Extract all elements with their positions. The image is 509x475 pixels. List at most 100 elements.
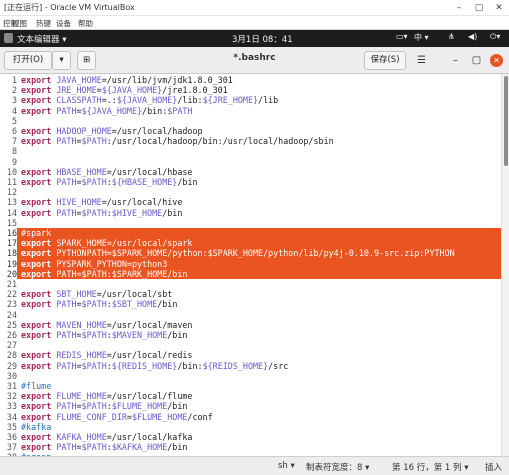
line-number: 18 xyxy=(0,248,17,259)
app-menu[interactable]: 文本编辑器 ▾ xyxy=(17,33,66,45)
power-icon[interactable]: ⏻▾ xyxy=(490,32,500,42)
line-number: 21 xyxy=(6,279,17,289)
line-text: export JAVA_HOME=/usr/lib/jvm/jdk1.8.0_3… xyxy=(21,75,233,85)
code-line[interactable]: 17 export SPARK_HOME=/usr/local/spark xyxy=(0,238,501,249)
code-line[interactable]: 34 export FLUME_CONF_DIR=$FLUME_HOME/conf xyxy=(0,412,501,422)
line-text: export PATH=$PATH:$KAFKA_HOME/bin xyxy=(21,442,188,453)
code-line[interactable]: 16 #spark xyxy=(0,228,501,239)
menu-icon[interactable]: ☰ xyxy=(413,52,430,69)
code-line[interactable]: 31 #flume xyxy=(0,381,501,391)
code-line[interactable]: 29 export PATH=$PATH:${REDIS_HOME}/bin:${… xyxy=(0,361,501,371)
code-line[interactable]: 27 xyxy=(0,340,501,350)
ubuntu-top-bar: 文本编辑器 ▾ 3月1日 08：41 ▭▾ 中 ▾ ⋔ ◀) ⏻▾ xyxy=(0,30,509,47)
code-line[interactable]: 12 xyxy=(0,187,501,197)
open-recent-dropdown[interactable]: ▾ xyxy=(52,51,71,70)
line-number: 5 xyxy=(11,115,17,126)
line-number: 24 xyxy=(6,309,17,320)
cursor-position[interactable]: 第 16 行，第 1 列 ▾ xyxy=(392,461,469,473)
network-icon[interactable]: ⋔ xyxy=(448,32,455,41)
code-line[interactable]: 33 export PATH=$PATH:$FLUME_HOME/bin xyxy=(0,401,501,411)
code-line[interactable]: 26 export PATH=$PATH:$MAVEN_HOME/bin xyxy=(0,330,501,340)
line-number: 17 xyxy=(0,238,17,249)
close-window-icon[interactable]: ✕ xyxy=(490,54,503,67)
menu-view[interactable]: 视图 xyxy=(12,18,27,29)
line-text: export REDIS_HOME=/usr/local/redis xyxy=(21,350,193,361)
code-line[interactable]: 4 export PATH=${JAVA_HOME}/bin:$PATH xyxy=(0,106,501,116)
line-text: export MAVEN_HOME=/usr/local/maven xyxy=(21,319,193,330)
volume-icon[interactable]: ◀) xyxy=(468,32,477,41)
code-line[interactable]: 19 export PYSPARK_PYTHON=python3 xyxy=(0,258,501,269)
line-text: export PATH=$PATH:$HIVE_HOME/bin xyxy=(21,207,183,218)
code-line[interactable]: 21 xyxy=(0,279,501,289)
line-number: 37 xyxy=(6,442,17,453)
new-tab-button[interactable]: ⊞ xyxy=(77,51,96,70)
line-number: 15 xyxy=(6,217,17,228)
line-text: export SBT_HOME=/usr/local/sbt xyxy=(21,289,173,300)
line-number: 16 xyxy=(0,228,17,239)
line-number: 13 xyxy=(6,197,17,208)
virtualbox-title-bar: [正在运行] - Oracle VM VirtualBox – ▢ ✕ xyxy=(0,0,509,16)
line-number: 28 xyxy=(6,350,17,361)
code-line[interactable]: 3 export CLASSPATH=.:${JAVA_HOME}/lib:${J… xyxy=(0,95,501,105)
code-line[interactable]: 18 export PYTHONPATH=$SPARK_HOME/python:$… xyxy=(0,248,501,259)
code-line[interactable]: 7 export PATH=$PATH:/usr/local/hadoop/bin… xyxy=(0,136,501,146)
line-number: 29 xyxy=(6,360,17,371)
minimize-icon[interactable]: – xyxy=(452,1,466,15)
open-button[interactable]: 打开(O) xyxy=(4,51,52,70)
close-icon[interactable]: ✕ xyxy=(492,1,506,15)
minimize-window-icon[interactable]: – xyxy=(447,52,464,69)
code-line[interactable]: 22 export SBT_HOME=/usr/local/sbt xyxy=(0,289,501,299)
display-icon[interactable]: ▭▾ xyxy=(396,32,408,41)
tab-width-selector[interactable]: 制表符宽度：8 ▾ xyxy=(306,461,369,473)
menu-help[interactable]: 帮助 xyxy=(78,18,93,29)
menu-hotkey[interactable]: 热键 xyxy=(36,18,51,29)
language-selector[interactable]: sh ▾ xyxy=(278,461,295,471)
code-line[interactable]: 28 export REDIS_HOME=/usr/local/redis xyxy=(0,350,501,360)
code-line[interactable]: 14 export PATH=$PATH:$HIVE_HOME/bin xyxy=(0,208,501,218)
code-line[interactable]: 9 xyxy=(0,157,501,167)
line-number: 26 xyxy=(6,330,17,340)
line-text: export PATH=$PATH:$SBT_HOME/bin xyxy=(21,299,178,310)
code-line[interactable]: 15 xyxy=(0,218,501,228)
code-line[interactable]: 11 export PATH=$PATH:${HBASE_HOME}/bin xyxy=(0,177,501,187)
menu-devices[interactable]: 设备 xyxy=(56,18,71,29)
code-line[interactable]: 32 export FLUME_HOME=/usr/local/flume xyxy=(0,391,501,401)
code-line[interactable]: 24 xyxy=(0,310,501,320)
line-number: 8 xyxy=(11,146,17,157)
code-line[interactable]: 30 xyxy=(0,371,501,381)
window-title: [正在运行] - Oracle VM VirtualBox xyxy=(4,3,135,12)
code-line[interactable]: 2 export JRE_HOME=${JAVA_HOME}/jre1.8.0_3… xyxy=(0,85,501,95)
code-line[interactable]: 10 export HBASE_HOME=/usr/local/hbase xyxy=(0,167,501,177)
line-text: export PYSPARK_PYTHON=python3 xyxy=(21,258,168,269)
code-line[interactable]: 6 export HADOOP_HOME=/usr/local/hadoop xyxy=(0,126,501,136)
line-text: #spark xyxy=(21,228,52,238)
code-line[interactable]: 37 export PATH=$PATH:$KAFKA_HOME/bin xyxy=(0,442,501,452)
line-text: export PYTHONPATH=$SPARK_HOME/python:$SP… xyxy=(21,248,455,259)
vertical-scrollbar[interactable] xyxy=(501,74,509,456)
maximize-icon[interactable]: ▢ xyxy=(472,1,486,15)
code-line[interactable]: 20 export PATH=$PATH:$SPARK_HOME/bin xyxy=(0,268,501,279)
line-number: 2 xyxy=(11,85,17,96)
clock[interactable]: 3月1日 08：41 xyxy=(232,33,293,45)
maximize-window-icon[interactable]: ▢ xyxy=(468,52,485,69)
scrollbar-thumb[interactable] xyxy=(504,76,508,166)
input-method[interactable]: 中 ▾ xyxy=(414,32,429,43)
status-bar: sh ▾ 制表符宽度：8 ▾ 第 16 行，第 1 列 ▾ 插入 xyxy=(0,456,509,475)
chevron-down-icon: ▾ xyxy=(59,55,64,65)
code-line[interactable]: 36 export KAFKA_HOME=/usr/local/kafka xyxy=(0,432,501,442)
line-number: 11 xyxy=(6,177,17,187)
code-line[interactable]: 35 #kafka xyxy=(0,422,501,432)
code-line[interactable]: 23 export PATH=$PATH:$SBT_HOME/bin xyxy=(0,299,501,309)
app-icon[interactable] xyxy=(4,33,13,43)
code-line[interactable]: 8 xyxy=(0,146,501,156)
code-line[interactable]: 13 export HIVE_HOME=/usr/local/hive xyxy=(0,197,501,207)
text-editor[interactable]: 1 export JAVA_HOME=/usr/lib/jvm/jdk1.8.0_… xyxy=(0,74,501,456)
line-text: export SPARK_HOME=/usr/local/spark xyxy=(21,238,193,249)
code-line[interactable]: 25 export MAVEN_HOME=/usr/local/maven xyxy=(0,320,501,330)
code-line[interactable]: 5 xyxy=(0,116,501,126)
save-button[interactable]: 保存(S) xyxy=(364,51,406,70)
editor-header-bar: 打开(O) ▾ ⊞ *.bashrc 保存(S) ☰ – ▢ ✕ xyxy=(0,47,509,74)
line-text: export CLASSPATH=.:${JAVA_HOME}/lib:${JR… xyxy=(21,95,279,106)
code-line[interactable]: 1 export JAVA_HOME=/usr/lib/jvm/jdk1.8.0_… xyxy=(0,75,501,85)
line-number: 35 xyxy=(6,421,17,432)
